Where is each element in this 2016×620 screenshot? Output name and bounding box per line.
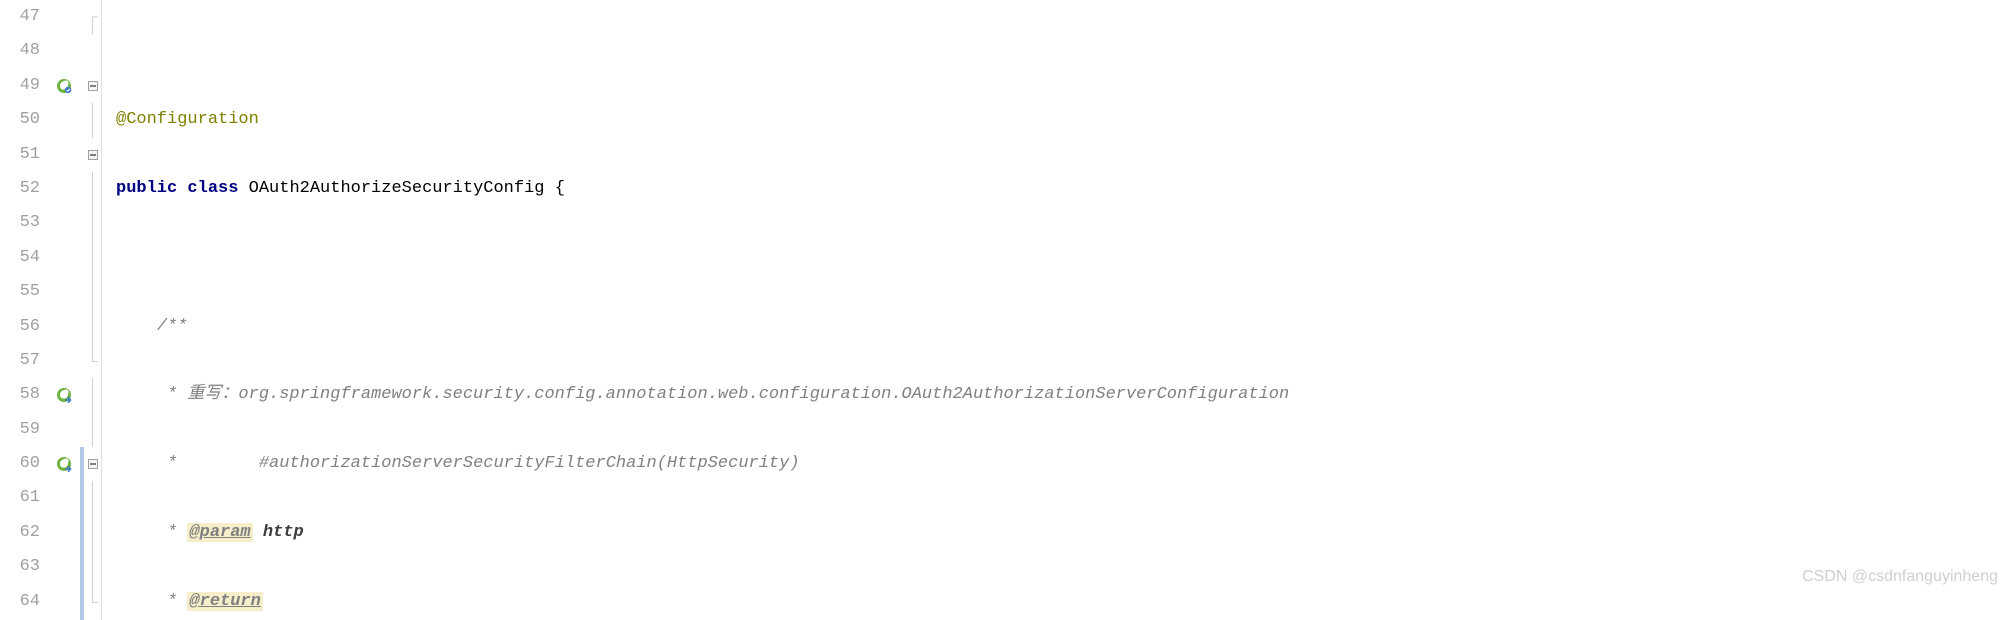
code-line[interactable]: /** [116,310,2016,344]
fold-toggle-icon [88,150,98,160]
fold-toggle-icon [88,459,98,469]
line-number: 47 [0,0,40,34]
code-line[interactable]: public class OAuth2AuthorizeSecurityConf… [116,172,2016,206]
javadoc-text: #authorizationServerSecurityFilterChain(… [259,454,800,473]
javadoc-text: * [157,592,188,611]
code-line[interactable]: * #authorizationServerSecurityFilterChai… [116,447,2016,481]
gutter-slot [48,481,80,515]
fold-slot [84,310,101,344]
gutter-slot [48,34,80,68]
gutter-slot [48,585,80,619]
fold-slot[interactable] [84,69,101,103]
gutter-slot [48,344,80,378]
javadoc-text: * 重写： [157,385,239,404]
line-number: 60 [0,447,40,481]
code-area[interactable]: @Configuration public class OAuth2Author… [102,0,2016,620]
line-number: 48 [0,34,40,68]
code-line[interactable]: * @return [116,585,2016,619]
code-line[interactable] [116,34,2016,68]
gutter-slot [48,275,80,309]
line-number: 64 [0,585,40,619]
gutter-slot [48,103,80,137]
fold-slot [84,206,101,240]
fold-slot [84,550,101,584]
line-number: 57 [0,344,40,378]
javadoc-tag-param: @param [187,523,252,542]
gutter-slot [48,138,80,172]
keyword: class [187,179,238,198]
fold-gutter [84,0,102,620]
code-editor[interactable]: 47 48 49 50 51 52 53 54 55 56 57 58 59 6… [0,0,2016,620]
gutter-slot [48,310,80,344]
class-name: OAuth2AuthorizeSecurityConfig [249,179,545,198]
line-number: 53 [0,206,40,240]
fold-slot [84,378,101,412]
gutter-slot[interactable] [48,69,80,103]
fold-slot [84,481,101,515]
line-number: 63 [0,550,40,584]
line-number: 58 [0,378,40,412]
fold-slot[interactable] [84,585,101,619]
gutter-slot[interactable] [48,378,80,412]
fold-slot[interactable] [84,0,101,34]
line-number: 51 [0,138,40,172]
icon-gutter [48,0,80,620]
line-number: 61 [0,481,40,515]
fold-slot [84,413,101,447]
javadoc-text: * [157,523,188,542]
fold-slot [84,516,101,550]
brace: { [555,179,565,198]
code-line[interactable]: * @param http [116,516,2016,550]
annotation: @Configuration [116,110,259,129]
javadoc-text: org.springframework.security.config.anno… [238,385,1289,404]
line-number: 62 [0,516,40,550]
spring-config-icon [56,78,72,94]
line-number: 52 [0,172,40,206]
gutter-slot [48,241,80,275]
gutter-slot [48,516,80,550]
javadoc-text: * [157,454,259,473]
javadoc-tag-return: @return [187,592,262,611]
fold-slot[interactable] [84,138,101,172]
spring-bean-icon [56,387,72,403]
code-line[interactable]: @Configuration [116,103,2016,137]
fold-slot [84,275,101,309]
gutter-slot[interactable] [48,447,80,481]
line-number: 54 [0,241,40,275]
gutter-slot [48,172,80,206]
gutter-slot [48,0,80,34]
fold-toggle-icon [88,81,98,91]
line-number: 55 [0,275,40,309]
spring-bean-nav-icon [56,456,72,472]
line-number: 50 [0,103,40,137]
gutter-slot [48,206,80,240]
fold-slot[interactable] [84,344,101,378]
fold-slot[interactable] [84,447,101,481]
line-number-gutter: 47 48 49 50 51 52 53 54 55 56 57 58 59 6… [0,0,48,620]
line-number: 56 [0,310,40,344]
javadoc-param-name: http [263,523,304,542]
fold-slot [84,34,101,68]
line-number: 59 [0,413,40,447]
line-number: 49 [0,69,40,103]
code-line[interactable] [116,241,2016,275]
keyword: public [116,179,177,198]
fold-slot [84,241,101,275]
javadoc-start: /** [157,317,188,336]
fold-slot [84,103,101,137]
gutter-slot [48,413,80,447]
gutter-slot [48,550,80,584]
code-line[interactable]: * 重写：org.springframework.security.config… [116,378,2016,412]
fold-slot [84,172,101,206]
